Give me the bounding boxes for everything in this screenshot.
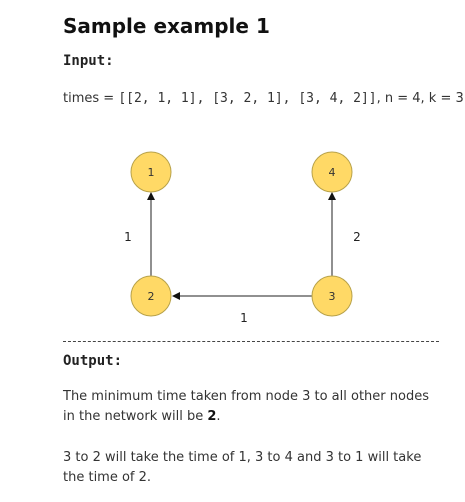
section-divider [63, 341, 439, 342]
graph-node-4: 4 [311, 151, 353, 193]
output-summary-text: The minimum time taken from node 3 to al… [63, 389, 429, 424]
output-summary: The minimum time taken from node 3 to al… [63, 387, 443, 427]
graph-node-1: 1 [130, 151, 172, 193]
graph-node-2: 2 [130, 275, 172, 317]
node-label: 3 [329, 290, 336, 303]
node-label: 1 [148, 166, 155, 179]
edge-2-to-1-weight: 1 [124, 230, 132, 244]
output-explanation: 3 to 2 will take the time of 1, 3 to 4 a… [63, 450, 422, 485]
output-summary-end: . [216, 409, 221, 424]
graph-diagram: 1 2 1 1 4 2 3 [124, 151, 361, 325]
node-label: 2 [148, 290, 155, 303]
node-label: 4 [329, 166, 336, 179]
graph-node-3: 3 [311, 275, 353, 317]
edge-3-to-2-weight: 1 [240, 311, 248, 325]
output-label: Output: [63, 353, 123, 369]
edge-3-to-4-weight: 2 [353, 230, 361, 244]
